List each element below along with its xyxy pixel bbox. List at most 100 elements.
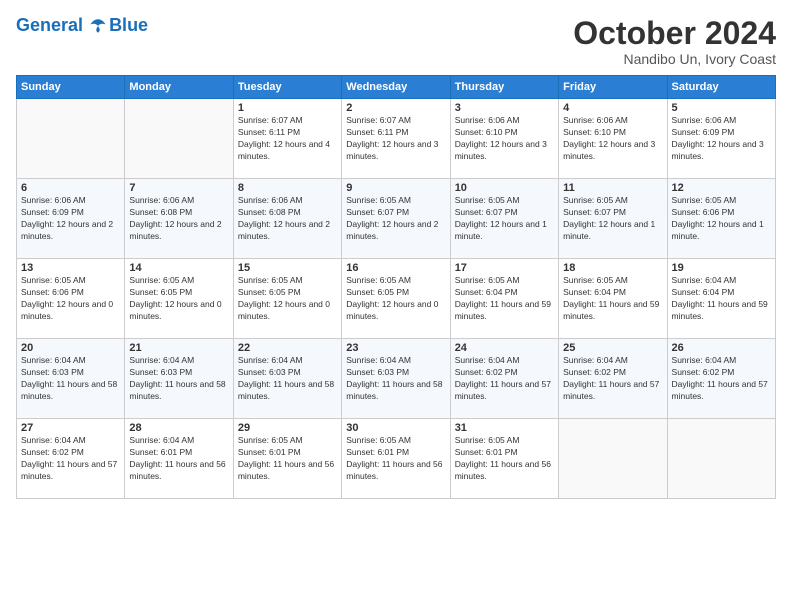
calendar-cell: 9Sunrise: 6:05 AM Sunset: 6:07 PM Daylig… [342,179,450,259]
calendar-cell: 3Sunrise: 6:06 AM Sunset: 6:10 PM Daylig… [450,99,558,179]
calendar-cell: 16Sunrise: 6:05 AM Sunset: 6:05 PM Dayli… [342,259,450,339]
calendar-cell: 12Sunrise: 6:05 AM Sunset: 6:06 PM Dayli… [667,179,775,259]
day-info: Sunrise: 6:04 AM Sunset: 6:03 PM Dayligh… [346,355,445,403]
logo-general: General [16,15,83,35]
day-number: 3 [455,102,554,114]
day-number: 24 [455,342,554,354]
day-info: Sunrise: 6:06 AM Sunset: 6:10 PM Dayligh… [455,115,554,163]
day-info: Sunrise: 6:04 AM Sunset: 6:02 PM Dayligh… [672,355,771,403]
day-info: Sunrise: 6:05 AM Sunset: 6:04 PM Dayligh… [455,275,554,323]
day-info: Sunrise: 6:04 AM Sunset: 6:02 PM Dayligh… [563,355,662,403]
day-info: Sunrise: 6:07 AM Sunset: 6:11 PM Dayligh… [238,115,337,163]
day-number: 15 [238,262,337,274]
calendar-cell: 1Sunrise: 6:07 AM Sunset: 6:11 PM Daylig… [233,99,341,179]
day-number: 7 [129,182,228,194]
calendar-cell: 8Sunrise: 6:06 AM Sunset: 6:08 PM Daylig… [233,179,341,259]
day-number: 20 [21,342,120,354]
day-number: 28 [129,422,228,434]
calendar-header-row: Sunday Monday Tuesday Wednesday Thursday… [17,76,776,99]
day-info: Sunrise: 6:05 AM Sunset: 6:06 PM Dayligh… [21,275,120,323]
calendar-week-4: 27Sunrise: 6:04 AM Sunset: 6:02 PM Dayli… [17,419,776,499]
day-info: Sunrise: 6:05 AM Sunset: 6:05 PM Dayligh… [129,275,228,323]
header-thursday: Thursday [450,76,558,99]
calendar-cell [559,419,667,499]
calendar-cell: 17Sunrise: 6:05 AM Sunset: 6:04 PM Dayli… [450,259,558,339]
day-info: Sunrise: 6:05 AM Sunset: 6:07 PM Dayligh… [346,195,445,243]
header-wednesday: Wednesday [342,76,450,99]
day-info: Sunrise: 6:06 AM Sunset: 6:08 PM Dayligh… [129,195,228,243]
title-block: October 2024 Nandibo Un, Ivory Coast [573,16,776,67]
day-number: 17 [455,262,554,274]
day-info: Sunrise: 6:06 AM Sunset: 6:09 PM Dayligh… [672,115,771,163]
calendar-week-0: 1Sunrise: 6:07 AM Sunset: 6:11 PM Daylig… [17,99,776,179]
day-info: Sunrise: 6:04 AM Sunset: 6:03 PM Dayligh… [129,355,228,403]
day-info: Sunrise: 6:05 AM Sunset: 6:05 PM Dayligh… [238,275,337,323]
logo-blue: Blue [109,16,148,36]
calendar-cell: 26Sunrise: 6:04 AM Sunset: 6:02 PM Dayli… [667,339,775,419]
day-number: 31 [455,422,554,434]
calendar-cell: 19Sunrise: 6:04 AM Sunset: 6:04 PM Dayli… [667,259,775,339]
calendar-cell: 29Sunrise: 6:05 AM Sunset: 6:01 PM Dayli… [233,419,341,499]
day-number: 29 [238,422,337,434]
calendar-cell: 23Sunrise: 6:04 AM Sunset: 6:03 PM Dayli… [342,339,450,419]
calendar-cell: 30Sunrise: 6:05 AM Sunset: 6:01 PM Dayli… [342,419,450,499]
day-number: 14 [129,262,228,274]
day-number: 13 [21,262,120,274]
day-number: 5 [672,102,771,114]
day-info: Sunrise: 6:04 AM Sunset: 6:03 PM Dayligh… [238,355,337,403]
calendar-cell: 15Sunrise: 6:05 AM Sunset: 6:05 PM Dayli… [233,259,341,339]
day-number: 6 [21,182,120,194]
calendar-cell: 14Sunrise: 6:05 AM Sunset: 6:05 PM Dayli… [125,259,233,339]
header-sunday: Sunday [17,76,125,99]
calendar-table: Sunday Monday Tuesday Wednesday Thursday… [16,75,776,499]
calendar-cell [667,419,775,499]
day-number: 23 [346,342,445,354]
day-info: Sunrise: 6:04 AM Sunset: 6:02 PM Dayligh… [455,355,554,403]
day-number: 18 [563,262,662,274]
day-info: Sunrise: 6:06 AM Sunset: 6:10 PM Dayligh… [563,115,662,163]
day-number: 9 [346,182,445,194]
day-number: 16 [346,262,445,274]
location: Nandibo Un, Ivory Coast [573,51,776,67]
day-number: 19 [672,262,771,274]
header-saturday: Saturday [667,76,775,99]
header-tuesday: Tuesday [233,76,341,99]
day-number: 30 [346,422,445,434]
logo-text: General [16,16,107,36]
calendar-cell: 6Sunrise: 6:06 AM Sunset: 6:09 PM Daylig… [17,179,125,259]
day-info: Sunrise: 6:06 AM Sunset: 6:08 PM Dayligh… [238,195,337,243]
calendar-page: General Blue October 2024 Nandibo Un, Iv… [0,0,792,612]
calendar-cell: 25Sunrise: 6:04 AM Sunset: 6:02 PM Dayli… [559,339,667,419]
calendar-week-2: 13Sunrise: 6:05 AM Sunset: 6:06 PM Dayli… [17,259,776,339]
day-number: 26 [672,342,771,354]
day-info: Sunrise: 6:05 AM Sunset: 6:01 PM Dayligh… [455,435,554,483]
calendar-cell: 5Sunrise: 6:06 AM Sunset: 6:09 PM Daylig… [667,99,775,179]
calendar-cell: 18Sunrise: 6:05 AM Sunset: 6:04 PM Dayli… [559,259,667,339]
calendar-cell: 28Sunrise: 6:04 AM Sunset: 6:01 PM Dayli… [125,419,233,499]
calendar-cell [17,99,125,179]
day-info: Sunrise: 6:07 AM Sunset: 6:11 PM Dayligh… [346,115,445,163]
day-info: Sunrise: 6:05 AM Sunset: 6:07 PM Dayligh… [563,195,662,243]
day-number: 8 [238,182,337,194]
calendar-cell: 4Sunrise: 6:06 AM Sunset: 6:10 PM Daylig… [559,99,667,179]
calendar-cell [125,99,233,179]
logo-bird-icon [89,17,107,35]
calendar-cell: 31Sunrise: 6:05 AM Sunset: 6:01 PM Dayli… [450,419,558,499]
calendar-cell: 21Sunrise: 6:04 AM Sunset: 6:03 PM Dayli… [125,339,233,419]
day-info: Sunrise: 6:04 AM Sunset: 6:04 PM Dayligh… [672,275,771,323]
day-number: 4 [563,102,662,114]
day-number: 21 [129,342,228,354]
calendar-cell: 7Sunrise: 6:06 AM Sunset: 6:08 PM Daylig… [125,179,233,259]
day-number: 25 [563,342,662,354]
day-number: 2 [346,102,445,114]
header: General Blue October 2024 Nandibo Un, Iv… [16,16,776,67]
day-info: Sunrise: 6:05 AM Sunset: 6:05 PM Dayligh… [346,275,445,323]
day-number: 22 [238,342,337,354]
day-info: Sunrise: 6:06 AM Sunset: 6:09 PM Dayligh… [21,195,120,243]
calendar-cell: 22Sunrise: 6:04 AM Sunset: 6:03 PM Dayli… [233,339,341,419]
calendar-week-1: 6Sunrise: 6:06 AM Sunset: 6:09 PM Daylig… [17,179,776,259]
day-info: Sunrise: 6:05 AM Sunset: 6:06 PM Dayligh… [672,195,771,243]
calendar-cell: 11Sunrise: 6:05 AM Sunset: 6:07 PM Dayli… [559,179,667,259]
day-info: Sunrise: 6:05 AM Sunset: 6:07 PM Dayligh… [455,195,554,243]
day-info: Sunrise: 6:05 AM Sunset: 6:04 PM Dayligh… [563,275,662,323]
